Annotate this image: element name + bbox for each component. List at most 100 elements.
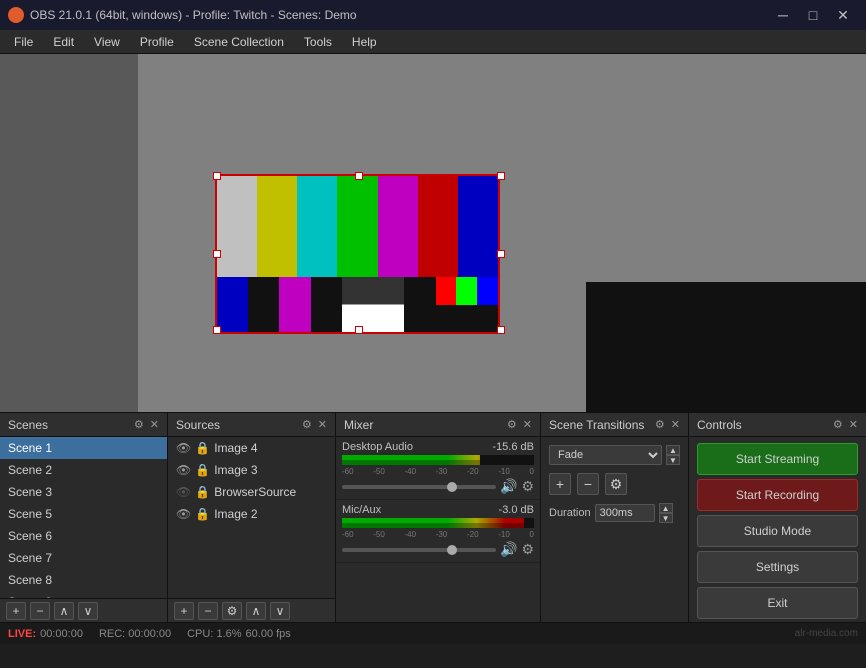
- color-bars: [215, 174, 500, 334]
- visibility-icon[interactable]: 👁: [176, 463, 191, 477]
- transitions-panel: Scene Transitions ⚙ ✕ Fade Cut Swipe ▲ ▼: [541, 413, 689, 622]
- controls-close-icon[interactable]: ✕: [849, 418, 858, 431]
- scenes-close-icon[interactable]: ✕: [150, 418, 159, 431]
- close-button[interactable]: ✕: [828, 0, 858, 30]
- sources-panel-title: Sources: [176, 418, 220, 432]
- source-label: Image 2: [214, 507, 257, 521]
- scene-item[interactable]: Scene 5: [0, 503, 167, 525]
- menu-tools[interactable]: Tools: [294, 33, 342, 51]
- scene-item[interactable]: Scene 7: [0, 547, 167, 569]
- source-item[interactable]: 👁 🔒 Image 3: [168, 459, 335, 481]
- scenes-down-button[interactable]: ∨: [78, 602, 98, 620]
- scene-item[interactable]: Scene 3: [0, 481, 167, 503]
- lock-icon[interactable]: 🔒: [195, 463, 210, 477]
- handle-tm[interactable]: [355, 172, 363, 180]
- handle-bm[interactable]: [355, 326, 363, 334]
- sources-remove-button[interactable]: −: [198, 602, 218, 620]
- transition-remove-button[interactable]: −: [577, 473, 599, 495]
- mute-btn-mic[interactable]: 🔊: [500, 541, 517, 558]
- source-label: BrowserSource: [214, 485, 296, 499]
- scenes-up-button[interactable]: ∧: [54, 602, 74, 620]
- minimize-button[interactable]: ─: [768, 0, 798, 30]
- handle-ml[interactable]: [213, 250, 221, 258]
- mixer-track-desktop: Desktop Audio -15.6 dB -60 -50 -40 -30 -…: [336, 437, 540, 500]
- cpu-value: CPU: 1.6%: [187, 628, 241, 640]
- sources-list: 👁 🔒 Image 4 👁 🔒 Image 3 👁 🔒 BrowserSourc…: [168, 437, 335, 598]
- transition-add-button[interactable]: +: [549, 473, 571, 495]
- sources-close-icon[interactable]: ✕: [318, 418, 327, 431]
- preview-area: [0, 54, 866, 412]
- source-item[interactable]: 👁 🔒 Image 2: [168, 503, 335, 525]
- volume-slider-mic[interactable]: [342, 548, 496, 552]
- scenes-remove-button[interactable]: −: [30, 602, 50, 620]
- handle-br[interactable]: [497, 326, 505, 334]
- menu-edit[interactable]: Edit: [43, 33, 84, 51]
- mixer-panel-header: Mixer ⚙ ✕: [336, 413, 540, 437]
- track-name-mic: Mic/Aux: [342, 504, 381, 516]
- scenes-panel-header: Scenes ⚙ ✕: [0, 413, 167, 437]
- scenes-add-button[interactable]: +: [6, 602, 26, 620]
- visibility-icon[interactable]: 👁: [176, 485, 191, 499]
- transitions-close-icon[interactable]: ✕: [671, 418, 680, 431]
- menu-profile[interactable]: Profile: [130, 33, 184, 51]
- black-box-br: [586, 282, 866, 412]
- controls-panel-header: Controls ⚙ ✕: [689, 413, 866, 437]
- menu-file[interactable]: File: [4, 33, 43, 51]
- menu-bar: File Edit View Profile Scene Collection …: [0, 30, 866, 54]
- menu-scene-collection[interactable]: Scene Collection: [184, 33, 294, 51]
- studio-mode-button[interactable]: Studio Mode: [697, 515, 858, 547]
- handle-bl[interactable]: [213, 326, 221, 334]
- visibility-icon[interactable]: 👁: [176, 441, 191, 455]
- start-streaming-button[interactable]: Start Streaming: [697, 443, 858, 475]
- scene-item[interactable]: Scene 2: [0, 459, 167, 481]
- sources-panel-header: Sources ⚙ ✕: [168, 413, 335, 437]
- spinner-up[interactable]: ▲: [666, 445, 680, 455]
- transitions-panel-title: Scene Transitions: [549, 418, 644, 432]
- lock-icon[interactable]: 🔒: [195, 441, 210, 455]
- sources-up-button[interactable]: ∧: [246, 602, 266, 620]
- scenes-config-icon[interactable]: ⚙: [134, 418, 144, 431]
- handle-mr[interactable]: [497, 250, 505, 258]
- sources-settings-button[interactable]: ⚙: [222, 602, 242, 620]
- transitions-type-select[interactable]: Fade Cut Swipe: [549, 445, 662, 465]
- spinner-down[interactable]: ▼: [666, 455, 680, 465]
- visibility-icon[interactable]: 👁: [176, 507, 191, 521]
- mute-btn-desktop[interactable]: 🔊: [500, 478, 517, 495]
- duration-input[interactable]: [595, 504, 655, 522]
- menu-help[interactable]: Help: [342, 33, 387, 51]
- scenes-panel-title: Scenes: [8, 418, 48, 432]
- settings-btn-desktop[interactable]: ⚙: [521, 478, 534, 495]
- volume-slider-desktop[interactable]: [342, 485, 496, 489]
- handle-tl[interactable]: [213, 172, 221, 180]
- duration-spinner-up[interactable]: ▲: [659, 503, 673, 513]
- transition-settings-button[interactable]: ⚙: [605, 473, 627, 495]
- scene-item[interactable]: Scene 8: [0, 569, 167, 591]
- scene-item[interactable]: Scene 1: [0, 437, 167, 459]
- transitions-panel-header: Scene Transitions ⚙ ✕: [541, 413, 688, 437]
- source-item[interactable]: 👁 🔒 BrowserSource: [168, 481, 335, 503]
- transitions-config-icon[interactable]: ⚙: [655, 418, 665, 431]
- controls-config-icon[interactable]: ⚙: [833, 418, 843, 431]
- mixer-panel-title: Mixer: [344, 418, 373, 432]
- sources-down-button[interactable]: ∨: [270, 602, 290, 620]
- scene-item[interactable]: Scene 9: [0, 591, 167, 598]
- duration-spinner-down[interactable]: ▼: [659, 513, 673, 523]
- scene-item[interactable]: Scene 6: [0, 525, 167, 547]
- controls-content: Start Streaming Start Recording Studio M…: [689, 437, 866, 622]
- settings-btn-mic[interactable]: ⚙: [521, 541, 534, 558]
- meter-ticks-desktop: -60 -50 -40 -30 -20 -10 0: [342, 467, 534, 476]
- scenes-panel: Scenes ⚙ ✕ Scene 1 Scene 2 Scene 3 Scene…: [0, 413, 168, 622]
- mixer-close-icon[interactable]: ✕: [523, 418, 532, 431]
- handle-tr[interactable]: [497, 172, 505, 180]
- source-item[interactable]: 👁 🔒 Image 4: [168, 437, 335, 459]
- maximize-button[interactable]: □: [798, 0, 828, 30]
- settings-button[interactable]: Settings: [697, 551, 858, 583]
- lock-icon[interactable]: 🔒: [195, 485, 210, 499]
- menu-view[interactable]: View: [84, 33, 130, 51]
- sources-add-button[interactable]: +: [174, 602, 194, 620]
- mixer-config-icon[interactable]: ⚙: [507, 418, 517, 431]
- exit-button[interactable]: Exit: [697, 587, 858, 619]
- lock-icon[interactable]: 🔒: [195, 507, 210, 521]
- sources-config-icon[interactable]: ⚙: [302, 418, 312, 431]
- start-recording-button[interactable]: Start Recording: [697, 479, 858, 511]
